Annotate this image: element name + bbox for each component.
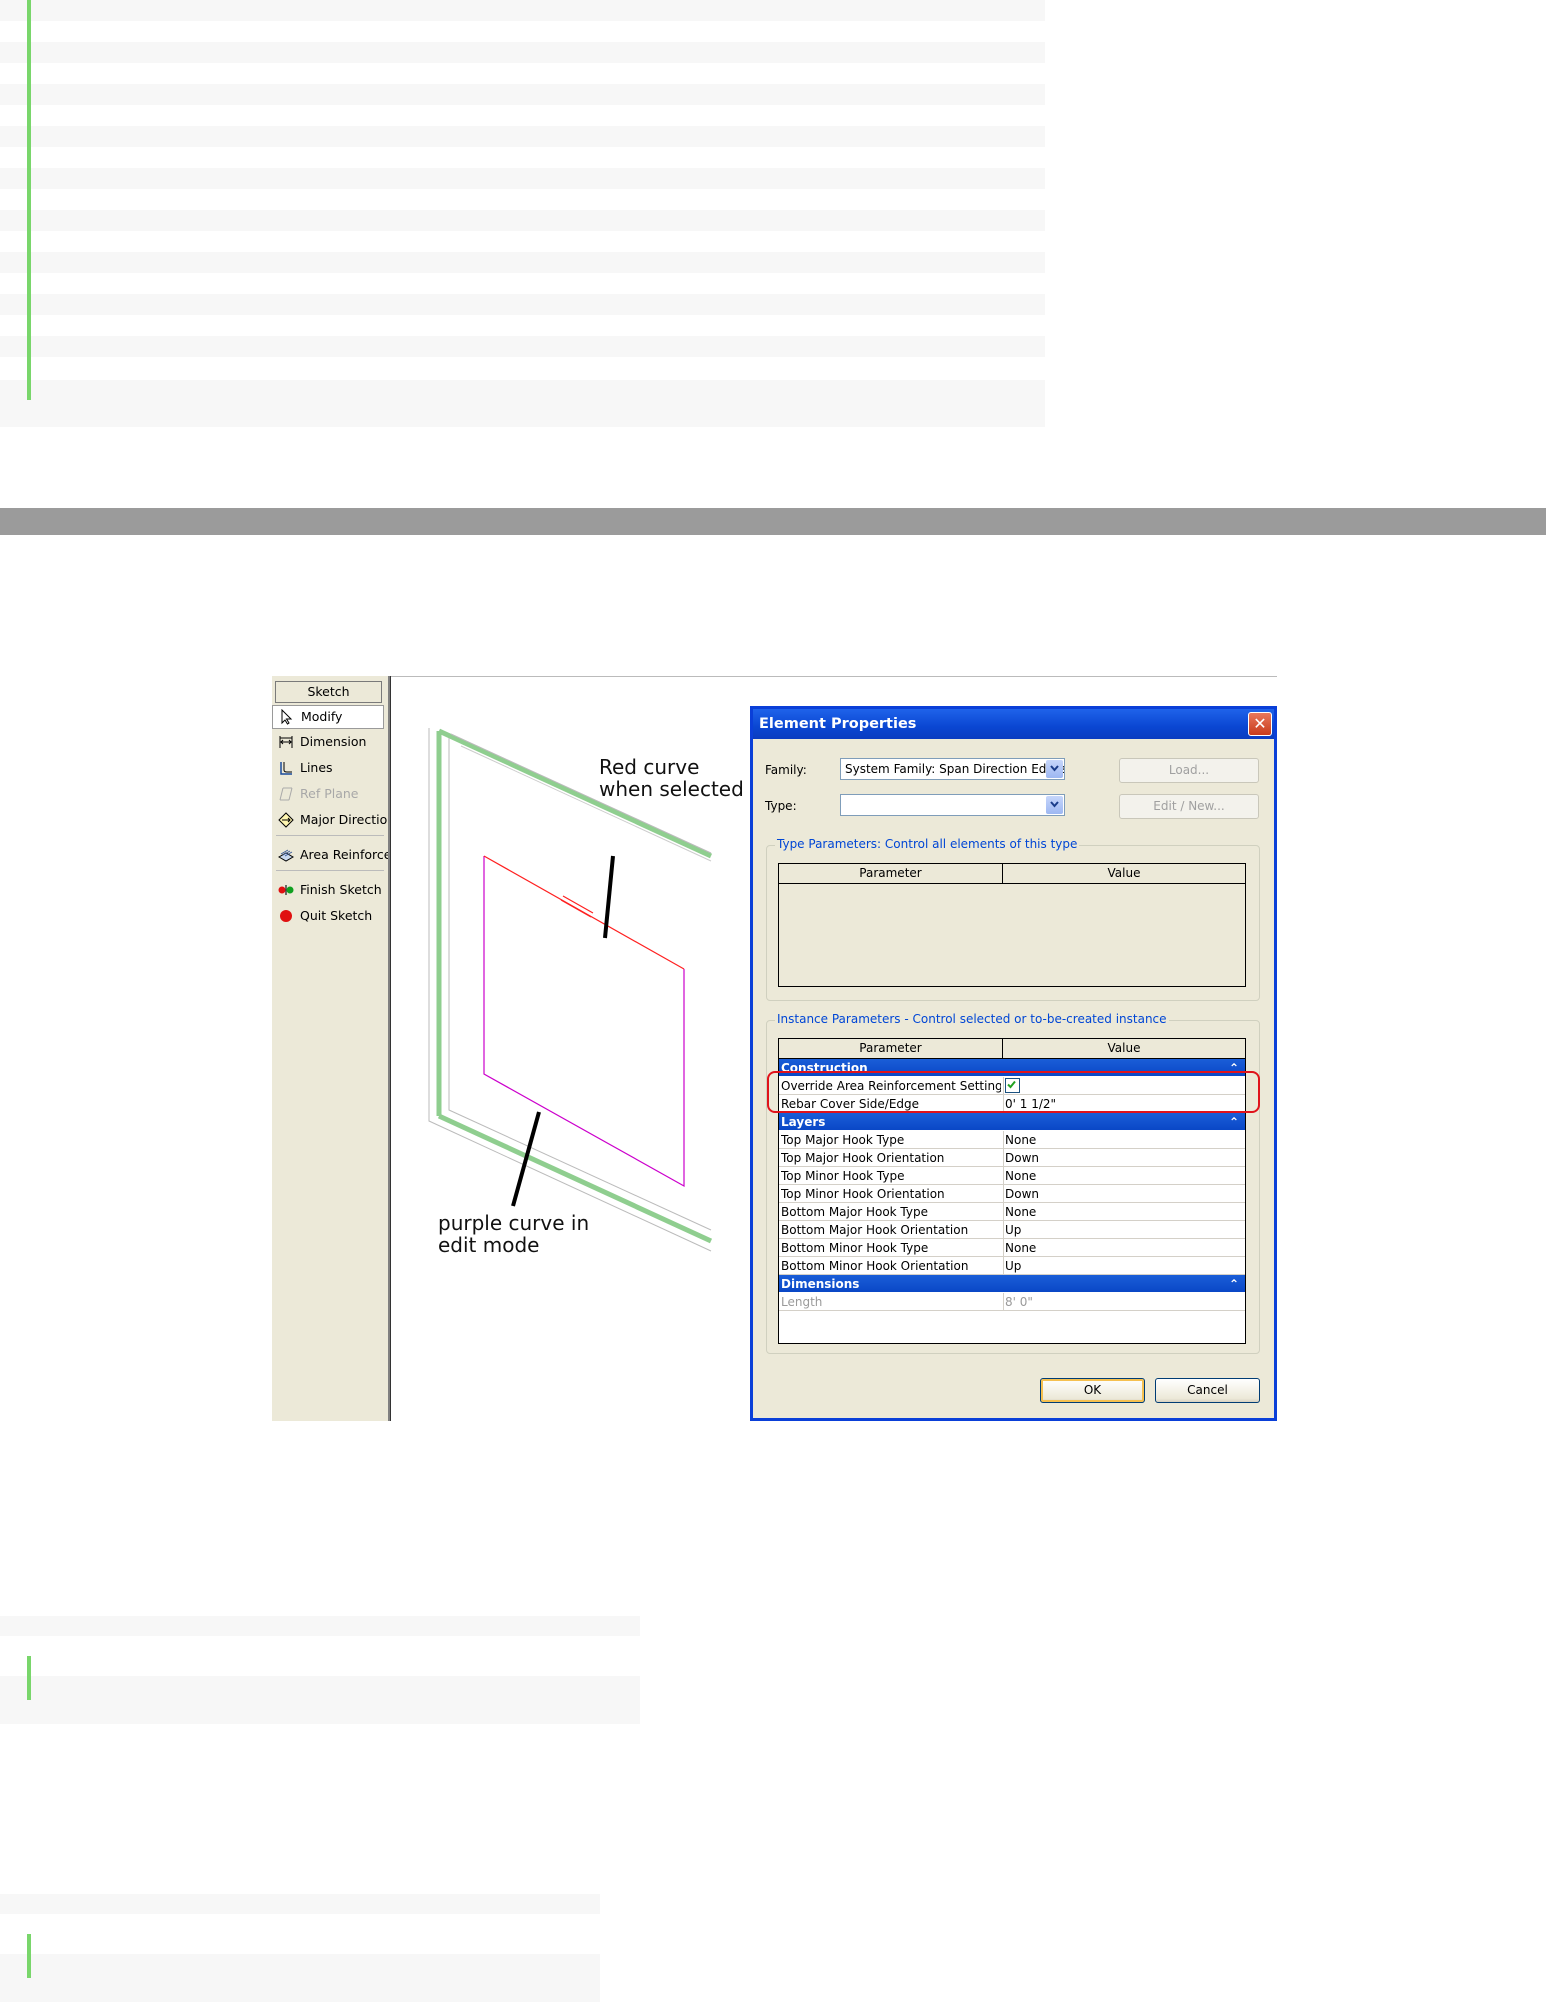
sketch-separator [276, 835, 384, 842]
collapse-icon[interactable]: ⌃ [1229, 1275, 1239, 1293]
chevron-down-icon[interactable] [1046, 760, 1063, 778]
table-row[interactable]: Bottom Minor Hook Type None [779, 1239, 1245, 1257]
param-name: Top Major Hook Type [781, 1133, 905, 1147]
table-row[interactable]: Bottom Major Hook Orientation Up [779, 1221, 1245, 1239]
edit-mode-curve [483, 856, 685, 1188]
sketch-panel: Sketch Modify Dimension Lines Ref Plane … [272, 676, 390, 1421]
param-value: 8' 0" [1005, 1295, 1033, 1309]
area-reinforcement-icon [278, 849, 294, 862]
selected-curve [483, 855, 685, 970]
sketch-item-ref-plane[interactable]: Ref Plane [272, 781, 388, 807]
column-header-parameter[interactable]: Parameter [779, 864, 1003, 884]
type-parameters-grid: Parameter Value [778, 863, 1246, 987]
annotation-purple-curve: purple curve in edit mode [438, 1211, 590, 1257]
close-icon[interactable]: ✕ [1248, 712, 1272, 736]
revit-screenshot: Sketch Modify Dimension Lines Ref Plane … [272, 676, 1277, 1421]
lines-icon [280, 762, 292, 775]
sketch-separator [276, 870, 384, 877]
param-name: Bottom Minor Hook Orientation [781, 1259, 969, 1273]
sketch-item-label: Lines [300, 760, 333, 775]
annotation-highlight [767, 1071, 1260, 1113]
sketch-item-label: Area Reinforcement [300, 847, 388, 862]
param-value[interactable]: None [1005, 1203, 1243, 1221]
type-select[interactable] [840, 794, 1065, 816]
element-properties-dialog: Element Properties ✕ Family: System Fami… [750, 706, 1277, 1421]
sketch-item-label: Quit Sketch [300, 908, 373, 923]
annotation-red-curve: Red curve when selected [599, 755, 744, 801]
quote-bar-bottom [27, 1934, 31, 1978]
type-parameters-caption: Type Parameters: Control all elements of… [775, 837, 1080, 851]
sketch-item-quit-sketch[interactable]: Quit Sketch [272, 903, 388, 929]
sketch-item-label: Ref Plane [300, 786, 359, 801]
placeholder-block-middle-2 [0, 1676, 640, 1724]
param-name: Bottom Minor Hook Type [781, 1241, 929, 1255]
category-layers[interactable]: Layers ⌃ [779, 1113, 1245, 1131]
param-name: Top Major Hook Orientation [781, 1151, 945, 1165]
ok-button[interactable]: OK [1040, 1378, 1145, 1403]
sketch-item-label: Modify [301, 709, 343, 724]
placeholder-block-bottom [0, 1894, 600, 1914]
param-value[interactable]: None [1005, 1239, 1243, 1257]
param-name: Top Minor Hook Orientation [781, 1187, 945, 1201]
table-row[interactable]: Length 8' 0" [779, 1293, 1245, 1311]
finish-sketch-icon [278, 885, 294, 895]
sketch-item-modify[interactable]: Modify [272, 705, 384, 729]
dialog-title: Element Properties [759, 716, 917, 732]
quit-sketch-icon [280, 910, 292, 922]
load-button[interactable]: Load... [1119, 758, 1259, 783]
param-name: Bottom Major Hook Orientation [781, 1223, 969, 1237]
cancel-button[interactable]: Cancel [1155, 1378, 1260, 1403]
param-name: Top Minor Hook Type [781, 1169, 905, 1183]
family-select-value: System Family: Span Direction Edges [845, 762, 1065, 776]
param-value[interactable]: None [1005, 1167, 1243, 1185]
column-header-parameter[interactable]: Parameter [779, 1039, 1003, 1059]
category-dimensions[interactable]: Dimensions ⌃ [779, 1275, 1245, 1293]
table-row[interactable]: Bottom Minor Hook Orientation Up [779, 1257, 1245, 1275]
type-label: Type: [765, 799, 797, 813]
sketch-panel-title: Sketch [275, 681, 382, 703]
param-value[interactable]: Up [1005, 1221, 1243, 1239]
sketch-item-label: Dimension [300, 734, 367, 749]
sketch-item-lines[interactable]: Lines [272, 755, 388, 781]
param-value[interactable]: None [1005, 1131, 1243, 1149]
wall-outline [428, 728, 713, 1252]
placeholder-block-bottom-2 [0, 1954, 600, 2002]
table-row[interactable]: Top Major Hook Type None [779, 1131, 1245, 1149]
type-parameters-body [779, 884, 1245, 986]
table-row[interactable]: Top Major Hook Orientation Down [779, 1149, 1245, 1167]
sketch-item-area-reinforcement[interactable]: Area Reinforcement [272, 842, 388, 868]
ref-plane-icon [279, 787, 293, 801]
family-select[interactable]: System Family: Span Direction Edges [840, 758, 1065, 780]
edit-new-button[interactable]: Edit / New... [1119, 794, 1259, 819]
sketch-item-dimension[interactable]: Dimension [272, 729, 388, 755]
column-header-value[interactable]: Value [1003, 864, 1245, 884]
table-row[interactable]: Bottom Major Hook Type None [779, 1203, 1245, 1221]
collapse-icon[interactable]: ⌃ [1229, 1113, 1239, 1131]
table-row[interactable]: Top Minor Hook Orientation Down [779, 1185, 1245, 1203]
param-value[interactable]: Down [1005, 1149, 1243, 1167]
param-name: Length [781, 1295, 823, 1309]
sketch-item-major-direction[interactable]: Major Direction [272, 807, 388, 833]
dialog-title-bar[interactable]: Element Properties ✕ [753, 709, 1274, 739]
table-row[interactable]: Top Minor Hook Type None [779, 1167, 1245, 1185]
param-value[interactable]: Up [1005, 1257, 1243, 1275]
param-name: Bottom Major Hook Type [781, 1205, 928, 1219]
placeholder-block-top [0, 0, 1045, 427]
chevron-down-icon[interactable] [1046, 796, 1063, 814]
instance-parameters-caption: Instance Parameters - Control selected o… [775, 1012, 1169, 1026]
section-divider [0, 508, 1546, 535]
quote-bar-top [27, 0, 31, 400]
cursor-arrow-icon [281, 709, 293, 725]
param-value[interactable]: Down [1005, 1185, 1243, 1203]
sketch-item-label: Major Direction [300, 812, 388, 827]
sketch-item-finish-sketch[interactable]: Finish Sketch [272, 877, 388, 903]
column-header-value[interactable]: Value [1003, 1039, 1245, 1059]
leader-line-red [603, 855, 615, 939]
dimension-icon [279, 736, 293, 748]
major-direction-icon [278, 812, 294, 828]
quote-bar-middle [27, 1656, 31, 1700]
sketch-item-label: Finish Sketch [300, 882, 382, 897]
placeholder-block-middle [0, 1616, 640, 1636]
family-label: Family: [765, 763, 807, 777]
